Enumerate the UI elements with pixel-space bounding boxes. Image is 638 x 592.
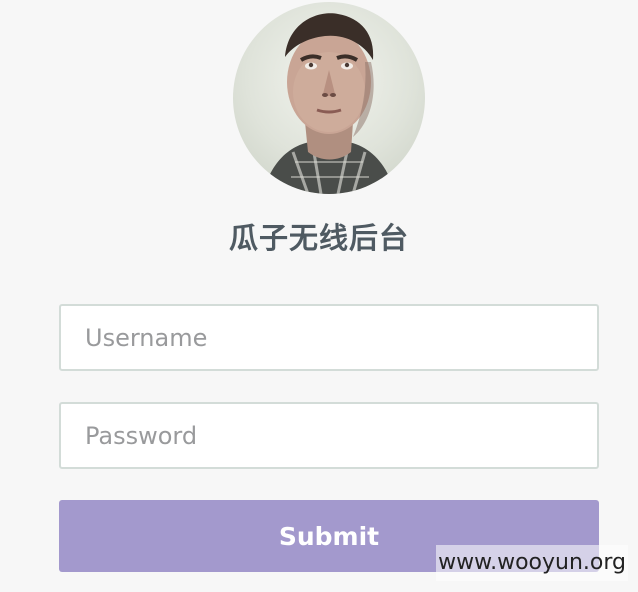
page-title: 瓜子无线后台 — [228, 221, 409, 255]
avatar-photo-icon — [263, 13, 395, 194]
avatar — [233, 2, 425, 194]
password-input[interactable] — [59, 402, 599, 469]
username-input[interactable] — [59, 304, 599, 371]
watermark-text: www.wooyun.org — [436, 545, 628, 581]
